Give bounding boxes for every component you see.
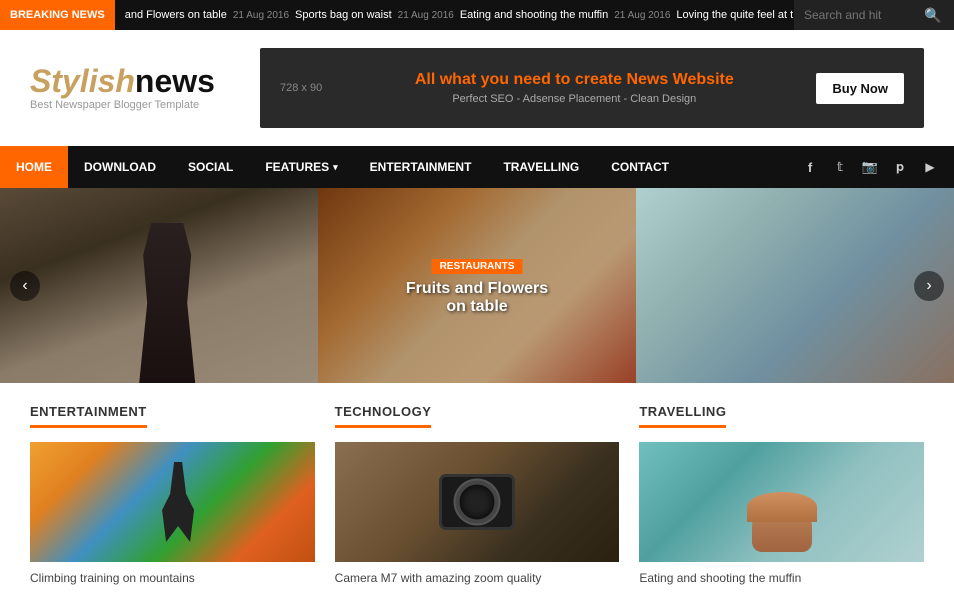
section-caption-travelling: Eating and shooting the muffin: [639, 570, 924, 587]
section-img-travelling[interactable]: [639, 442, 924, 562]
section-img-technology[interactable]: [335, 442, 620, 562]
section-entertainment: ENTERTAINMENT Climbing training on mount…: [20, 403, 325, 587]
slider-prev-button[interactable]: ‹: [10, 271, 40, 301]
header: Stylishnews Best Newspaper Blogger Templ…: [0, 30, 954, 146]
ad-sub: Perfect SEO - Adsense Placement - Clean …: [332, 93, 816, 105]
nav-item-entertainment[interactable]: ENTERTAINMENT: [354, 146, 488, 188]
facebook-icon[interactable]: f: [801, 160, 819, 175]
nav-item-social[interactable]: SOCIAL: [172, 146, 249, 188]
chevron-down-icon: ▾: [333, 162, 338, 173]
nav-item-home[interactable]: HOME: [0, 146, 68, 188]
nav-item-download[interactable]: DOWNLOAD: [68, 146, 172, 188]
logo-sub: Best Newspaper Blogger Template: [30, 99, 230, 111]
slide-center-tag: RESTAURANTS Fruits and Flowers on table: [398, 256, 557, 316]
ad-buy-button[interactable]: Buy Now: [816, 73, 904, 104]
nav-item-travelling[interactable]: TRAVELLING: [487, 146, 595, 188]
pinterest-icon[interactable]: 𝐩: [891, 159, 909, 175]
ad-banner: 728 x 90 All what you need to create New…: [260, 48, 924, 128]
search-icon[interactable]: 🔍: [924, 7, 941, 24]
breaking-title-1: and Flowers on table: [125, 9, 227, 21]
ad-headline-post: Website: [668, 71, 734, 88]
ad-headline: All what you need to create News Website: [332, 71, 816, 89]
slider-next-button[interactable]: ›: [914, 271, 944, 301]
instagram-icon[interactable]: 📷: [861, 159, 879, 175]
nav-item-features[interactable]: FEATURES ▾: [249, 146, 353, 188]
search-bar[interactable]: 🔍: [794, 0, 954, 30]
nav-features-label: FEATURES: [265, 160, 329, 174]
breaking-bar: BREAKING NEWS and Flowers on table 21 Au…: [0, 0, 954, 30]
sections-row: ENTERTAINMENT Climbing training on mount…: [0, 383, 954, 587]
breaking-item: and Flowers on table 21 Aug 2016 Sports …: [125, 9, 794, 21]
slide-right-image: [636, 188, 954, 383]
breaking-items: and Flowers on table 21 Aug 2016 Sports …: [115, 9, 794, 21]
nav-items: HOME DOWNLOAD SOCIAL FEATURES ▾ ENTERTAI…: [0, 146, 786, 188]
section-technology: TECHNOLOGY Camera M7 with amazing zoom q…: [325, 403, 630, 587]
section-caption-technology: Camera M7 with amazing zoom quality: [335, 570, 620, 587]
breaking-title-2: Sports bag on waist: [295, 9, 392, 21]
slide-right: [636, 188, 954, 383]
nav-social: f 𝕥 📷 𝐩 ▶: [786, 159, 954, 175]
breaking-title-3: Eating and shooting the muffin: [460, 9, 608, 21]
breaking-date-2: 21 Aug 2016: [398, 10, 454, 21]
section-title-technology: TECHNOLOGY: [335, 404, 432, 428]
breaking-date-1: 21 Aug 2016: [233, 10, 289, 21]
slider: ‹ RESTAURANTS Fruits and Flowers on tabl…: [0, 188, 954, 383]
slide-title: Fruits and Flowers on table: [398, 280, 557, 316]
navigation: HOME DOWNLOAD SOCIAL FEATURES ▾ ENTERTAI…: [0, 146, 954, 188]
section-caption-entertainment: Climbing training on mountains: [30, 570, 315, 587]
section-title-travelling: TRAVELLING: [639, 404, 726, 428]
logo-light: Stylish: [30, 63, 135, 99]
breaking-title-4: Loving the quite feel at this: [676, 9, 794, 21]
search-input[interactable]: [804, 8, 924, 22]
logo-text: Stylishnews: [30, 65, 230, 97]
ad-size: 728 x 90: [280, 82, 322, 94]
ad-headline-pre: All what you need to create: [415, 71, 627, 88]
section-travelling: TRAVELLING Eating and shooting the muffi…: [629, 403, 934, 587]
slide-left: [0, 188, 318, 383]
ad-text: All what you need to create News Website…: [332, 71, 816, 105]
ad-brand: News: [626, 71, 668, 88]
nav-item-contact[interactable]: CONTACT: [595, 146, 685, 188]
section-title-entertainment: ENTERTAINMENT: [30, 404, 147, 428]
slide-center: RESTAURANTS Fruits and Flowers on table: [318, 188, 636, 383]
slide-category: RESTAURANTS: [432, 259, 523, 274]
twitter-icon[interactable]: 𝕥: [831, 159, 849, 175]
logo-bold: news: [135, 63, 215, 99]
youtube-icon[interactable]: ▶: [921, 160, 939, 174]
section-img-entertainment[interactable]: [30, 442, 315, 562]
logo[interactable]: Stylishnews Best Newspaper Blogger Templ…: [30, 65, 230, 111]
slide-left-image: [0, 188, 318, 383]
breaking-label: BREAKING NEWS: [0, 0, 115, 30]
breaking-date-3: 21 Aug 2016: [614, 10, 670, 21]
